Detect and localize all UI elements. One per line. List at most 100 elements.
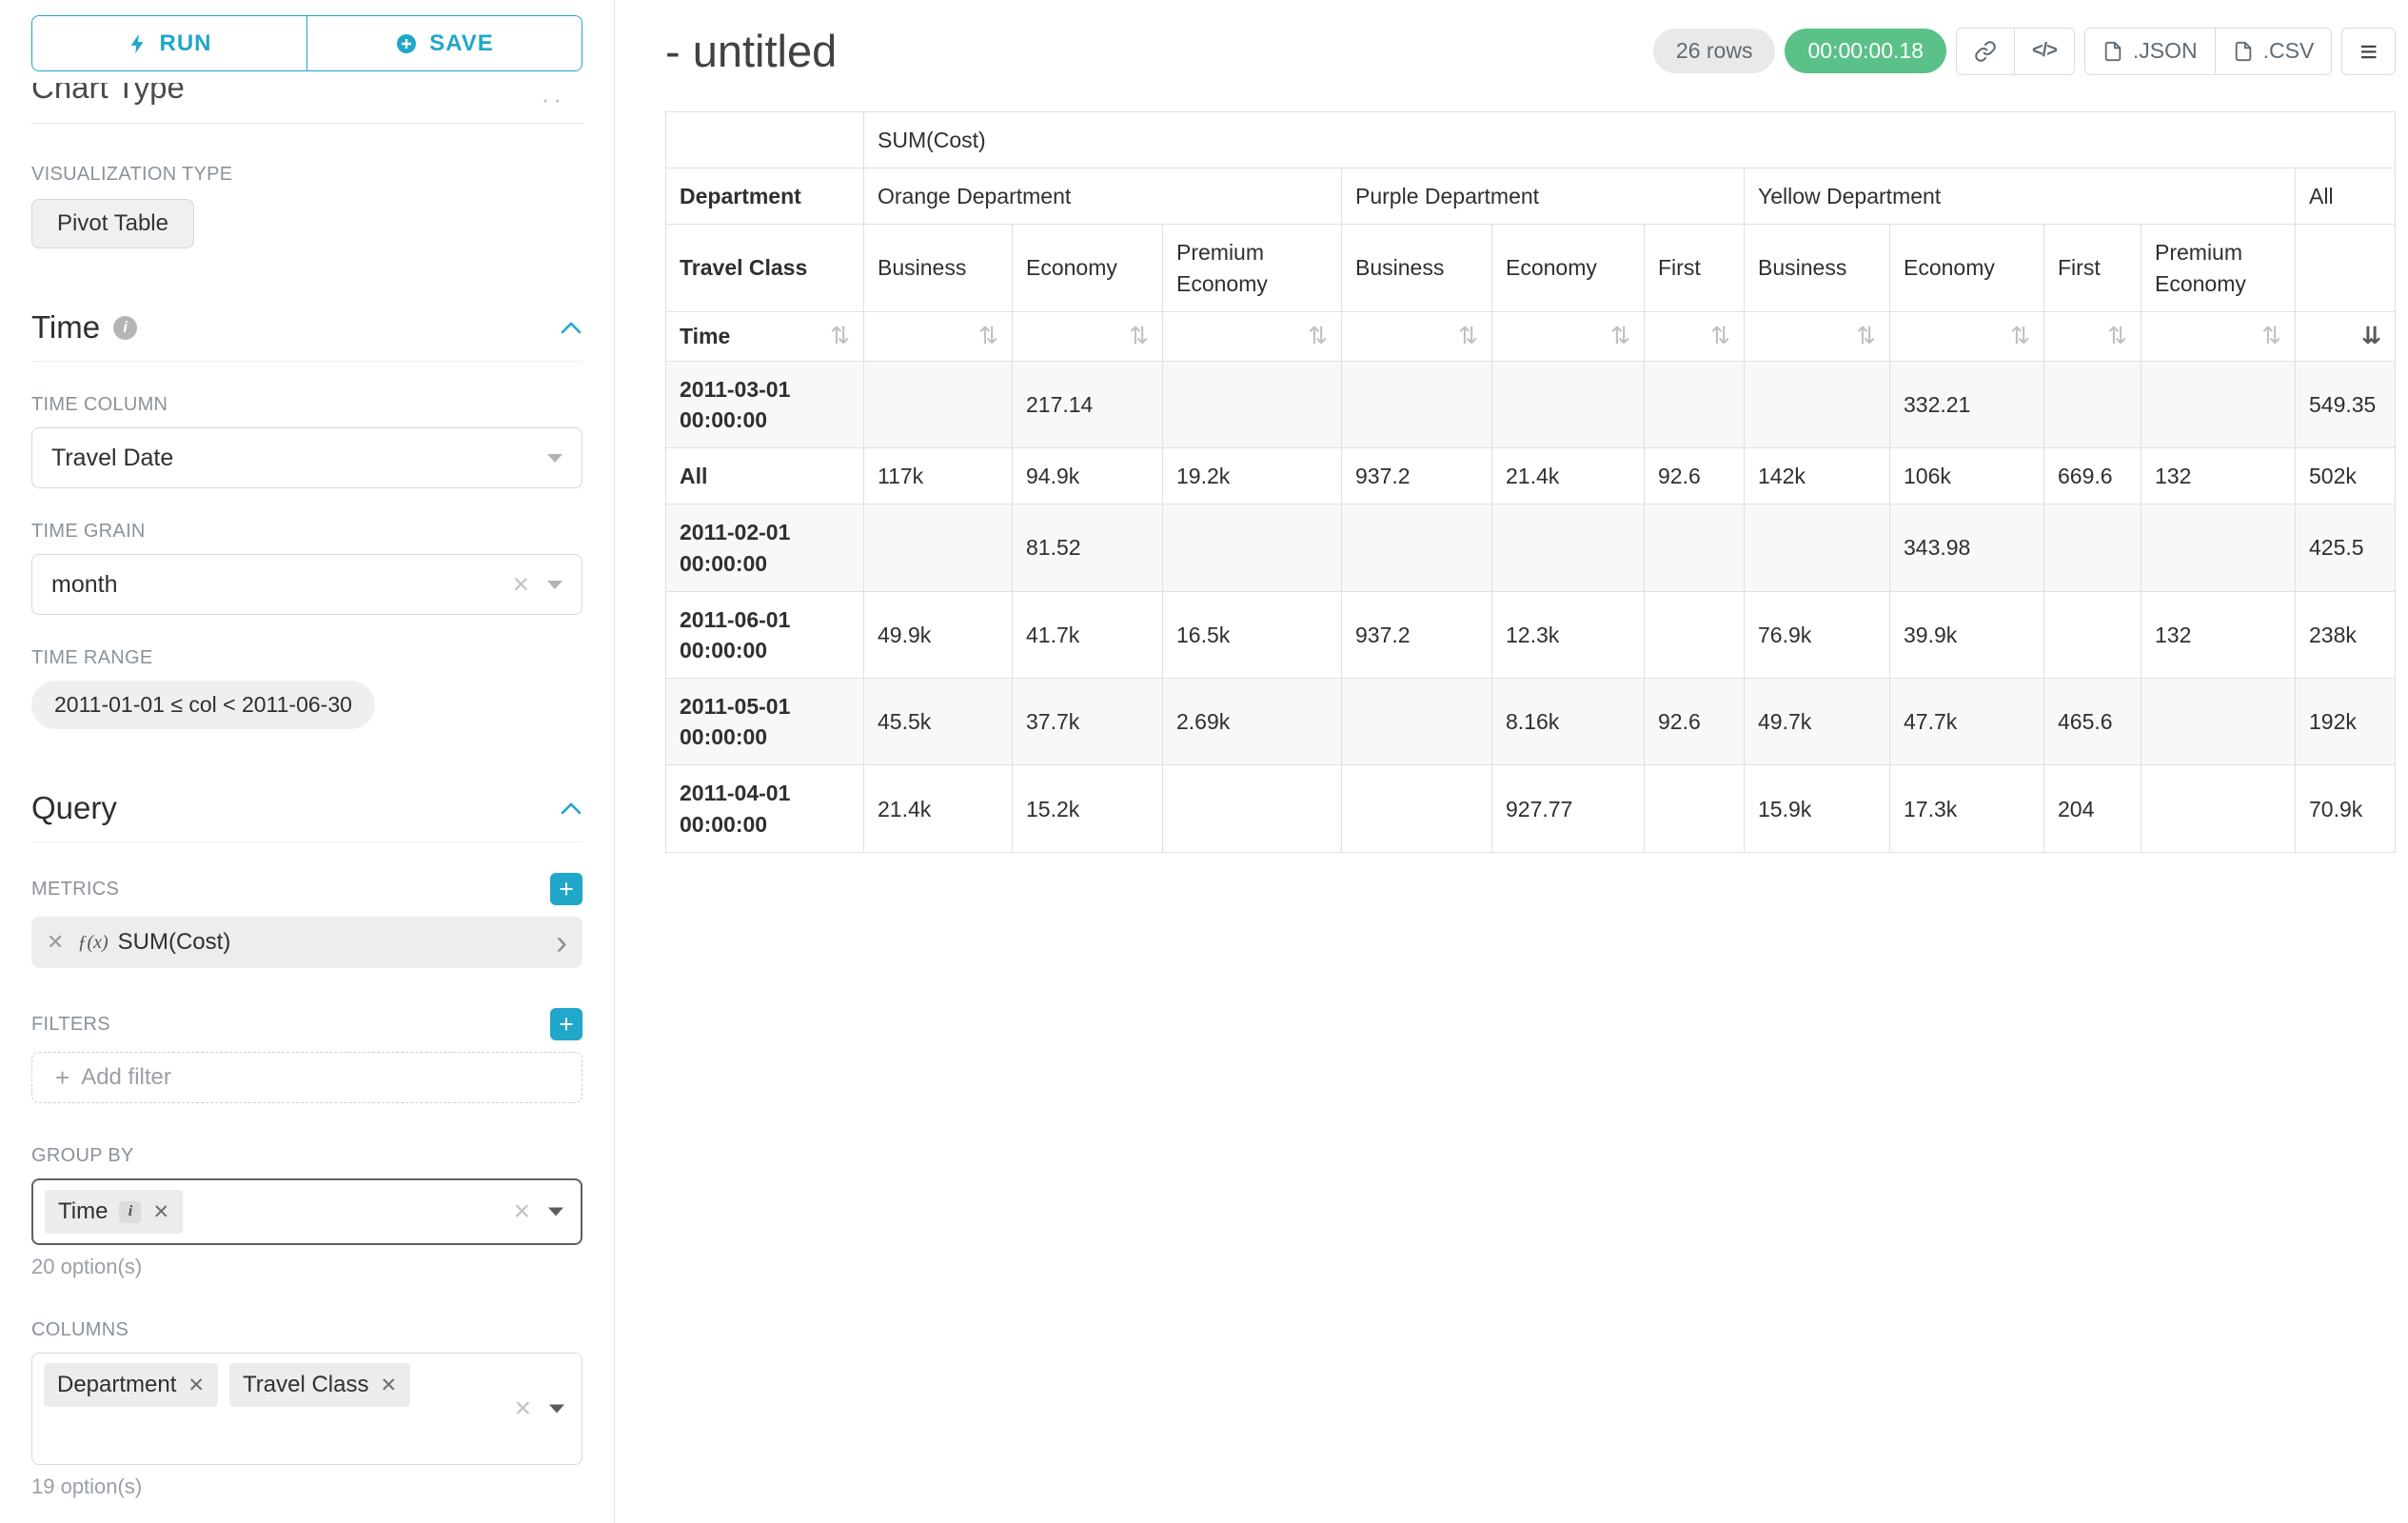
sort-icon[interactable]: ⇅ — [978, 320, 998, 353]
remove-tag-icon[interactable]: ✕ — [152, 1200, 169, 1224]
column-sort-header[interactable]: ⇅ — [1492, 311, 1645, 361]
lightning-icon — [128, 31, 148, 56]
file-icon — [2102, 41, 2123, 62]
chart-toolbar: 26 rows 00:00:00.18 </> .JSON — [1653, 28, 2396, 75]
sort-icon[interactable]: ⇅ — [1308, 320, 1328, 353]
column-sort-header[interactable]: ⇅ — [1890, 311, 2044, 361]
sort-header-all-active[interactable]: ⇊ — [2296, 311, 2396, 361]
columns-options-hint: 19 option(s) — [31, 1474, 582, 1499]
value-cell: 343.98 — [1890, 504, 2044, 591]
time-axis-label: Time — [680, 321, 730, 351]
travel-class-header: Economy — [1890, 225, 2044, 311]
chevron-right-icon[interactable]: › — [556, 933, 567, 952]
sort-icon[interactable]: ⇅ — [2261, 320, 2281, 353]
visualization-type-button[interactable]: Pivot Table — [31, 199, 194, 248]
value-cell: 15.2k — [1013, 765, 1163, 852]
column-sort-header[interactable]: ⇅ — [864, 311, 1013, 361]
columns-select[interactable]: Department ✕ Travel Class ✕ ✕ — [31, 1353, 582, 1465]
travel-class-header: Premium Economy — [1163, 225, 1342, 311]
value-cell — [1342, 679, 1492, 765]
row-header-cell: 2011-03-01 00:00:00 — [666, 361, 864, 447]
clear-icon[interactable]: ✕ — [512, 572, 530, 598]
export-json-button[interactable]: .JSON — [2084, 28, 2216, 75]
copy-link-button[interactable] — [1956, 28, 2015, 75]
row-header-cell: 2011-02-01 00:00:00 — [666, 504, 864, 591]
table-row: All117k94.9k19.2k937.221.4k92.6142k106k6… — [666, 448, 2396, 504]
filters-label: FILTERS — [31, 1014, 110, 1036]
chart-title: - untitled — [665, 25, 837, 77]
embed-code-button[interactable]: </> — [2014, 28, 2075, 75]
chart-panel: - untitled 26 rows 00:00:00.18 </> .JSON — [615, 0, 2408, 1523]
value-cell: 15.9k — [1745, 765, 1890, 852]
chart-type-title: Chart Type — [31, 83, 185, 106]
value-cell: 16.5k — [1163, 591, 1342, 678]
columns-tag-travel-class[interactable]: Travel Class ✕ — [229, 1363, 410, 1407]
query-section-header[interactable]: Query — [31, 790, 582, 842]
travel-class-header: Business — [1745, 225, 1890, 311]
clear-all-icon[interactable]: ✕ — [514, 1396, 532, 1422]
chevron-down-icon[interactable] — [549, 1405, 564, 1414]
department-group-header: Purple Department — [1342, 168, 1745, 225]
value-cell — [1645, 504, 1745, 591]
time-column-select[interactable]: Travel Date — [31, 427, 582, 488]
column-sort-header[interactable]: ⇅ — [1013, 311, 1163, 361]
time-grain-select[interactable]: month ✕ — [31, 554, 582, 615]
time-grain-value: month — [51, 571, 117, 599]
export-csv-button[interactable]: .CSV — [2215, 28, 2333, 75]
add-filter-button[interactable]: + Add filter — [31, 1052, 582, 1103]
remove-tag-icon[interactable]: ✕ — [188, 1374, 205, 1397]
sort-icon[interactable]: ⇅ — [1458, 320, 1478, 353]
value-cell — [1645, 765, 1745, 852]
time-section-header[interactable]: Time i — [31, 309, 582, 362]
time-column-label: TIME COLUMN — [31, 394, 582, 416]
sort-icon[interactable]: ⇅ — [1710, 320, 1730, 353]
chevron-up-icon[interactable] — [560, 320, 582, 335]
column-sort-header[interactable]: ⇅ — [2142, 311, 2296, 361]
department-group-header: Yellow Department — [1745, 168, 2296, 225]
remove-metric-icon[interactable]: ✕ — [47, 930, 64, 955]
columns-tag-department[interactable]: Department ✕ — [44, 1363, 218, 1407]
sort-icon[interactable]: ⇅ — [2107, 320, 2127, 353]
sort-icon[interactable]: ⇅ — [1129, 320, 1149, 353]
value-cell — [2142, 679, 2296, 765]
group-by-tag-time[interactable]: Time i ✕ — [45, 1190, 183, 1234]
value-cell: 92.6 — [1645, 679, 1745, 765]
sort-icon[interactable]: ⇅ — [830, 320, 850, 353]
divider — [31, 123, 582, 124]
time-range-label: TIME RANGE — [31, 647, 582, 669]
time-sort-header[interactable]: Time ⇅ — [666, 311, 864, 361]
table-row: 2011-03-01 00:00:00217.14332.21549.35 — [666, 361, 2396, 447]
chevron-down-icon — [547, 454, 563, 463]
run-button[interactable]: RUN — [31, 15, 307, 71]
add-metric-button[interactable]: + — [550, 873, 582, 905]
add-filter-plus-button[interactable]: + — [550, 1008, 582, 1040]
chevron-up-icon[interactable] — [560, 801, 582, 816]
save-button[interactable]: SAVE — [306, 15, 582, 71]
sort-icon[interactable]: ⇅ — [2010, 320, 2030, 353]
remove-tag-icon[interactable]: ✕ — [380, 1374, 397, 1397]
clear-all-icon[interactable]: ✕ — [513, 1199, 531, 1225]
time-column-value: Travel Date — [51, 445, 173, 472]
column-sort-header[interactable]: ⇅ — [1163, 311, 1342, 361]
column-sort-header[interactable]: ⇅ — [1342, 311, 1492, 361]
value-cell: 92.6 — [1645, 448, 1745, 504]
info-icon: i — [113, 316, 137, 340]
value-cell — [1745, 504, 1890, 591]
column-sort-header[interactable]: ⇅ — [1745, 311, 1890, 361]
plus-circle-icon — [395, 32, 418, 55]
time-range-pill[interactable]: 2011-01-01 ≤ col < 2011-06-30 — [31, 681, 375, 729]
sort-icon[interactable]: ⇅ — [1610, 320, 1630, 353]
table-row: 2011-06-01 00:00:0049.9k41.7k16.5k937.21… — [666, 591, 2396, 678]
sort-desc-icon[interactable]: ⇊ — [2361, 320, 2381, 353]
column-sort-header[interactable]: ⇅ — [2044, 311, 2142, 361]
more-options-button[interactable]: ≡ — [2341, 28, 2396, 75]
value-cell — [864, 361, 1013, 447]
value-cell: 21.4k — [864, 765, 1013, 852]
chevron-down-icon[interactable] — [548, 1208, 563, 1216]
group-by-select[interactable]: Time i ✕ ✕ — [31, 1178, 582, 1245]
value-cell: 117k — [864, 448, 1013, 504]
metric-pill[interactable]: ✕ ƒ(x) SUM(Cost) › — [31, 917, 582, 968]
sort-icon[interactable]: ⇅ — [1856, 320, 1876, 353]
value-cell: 17.3k — [1890, 765, 2044, 852]
column-sort-header[interactable]: ⇅ — [1645, 311, 1745, 361]
